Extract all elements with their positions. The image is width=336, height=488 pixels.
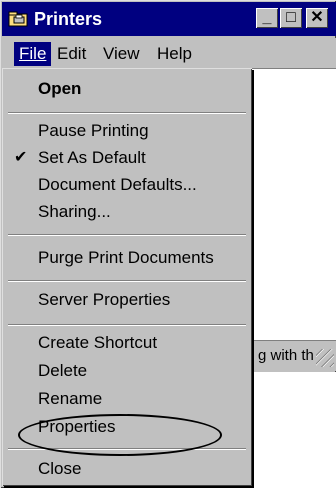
menu-item-rename[interactable]: Rename bbox=[2, 386, 252, 412]
menu-item-document-defaults[interactable]: Document Defaults... bbox=[2, 172, 252, 198]
menu-item-pause-printing[interactable]: Pause Printing bbox=[2, 118, 252, 144]
printers-list-area[interactable] bbox=[252, 68, 336, 341]
menu-separator bbox=[8, 234, 246, 236]
menu-separator bbox=[8, 280, 246, 282]
maximize-button[interactable]: □ bbox=[280, 8, 302, 28]
status-bar: g with th bbox=[252, 340, 336, 371]
menu-item-purge-print-documents[interactable]: Purge Print Documents bbox=[2, 245, 252, 271]
menu-separator bbox=[8, 324, 246, 326]
menu-item-server-properties[interactable]: Server Properties bbox=[2, 287, 252, 313]
desktop-background bbox=[252, 372, 336, 488]
close-button[interactable]: ✕ bbox=[306, 8, 328, 28]
checkmark-icon: ✔ bbox=[14, 149, 28, 166]
menu-separator bbox=[8, 112, 246, 114]
menu-item-close[interactable]: Close bbox=[2, 456, 252, 482]
menu-bar: File Edit View Help bbox=[2, 38, 336, 68]
menu-edit[interactable]: Edit bbox=[52, 42, 91, 66]
title-bar[interactable]: Printers _ □ ✕ bbox=[2, 2, 336, 36]
menu-item-set-as-default[interactable]: ✔ Set As Default bbox=[2, 145, 252, 171]
printers-window: Printers _ □ ✕ File Edit View Help g wit… bbox=[0, 0, 336, 488]
window-title: Printers bbox=[34, 9, 103, 29]
status-text: g with th bbox=[258, 347, 314, 364]
properties-highlight-ellipse bbox=[18, 414, 222, 456]
menu-item-open[interactable]: Open bbox=[2, 76, 252, 102]
menu-file[interactable]: File bbox=[14, 42, 52, 66]
menu-help[interactable]: Help bbox=[152, 42, 197, 66]
resize-grip-icon[interactable] bbox=[316, 349, 334, 367]
menu-item-sharing[interactable]: Sharing... bbox=[2, 199, 252, 225]
menu-item-delete[interactable]: Delete bbox=[2, 358, 252, 384]
minimize-button[interactable]: _ bbox=[256, 8, 278, 28]
printers-folder-icon bbox=[8, 10, 28, 28]
menu-item-create-shortcut[interactable]: Create Shortcut bbox=[2, 330, 252, 356]
menu-view[interactable]: View bbox=[98, 42, 145, 66]
